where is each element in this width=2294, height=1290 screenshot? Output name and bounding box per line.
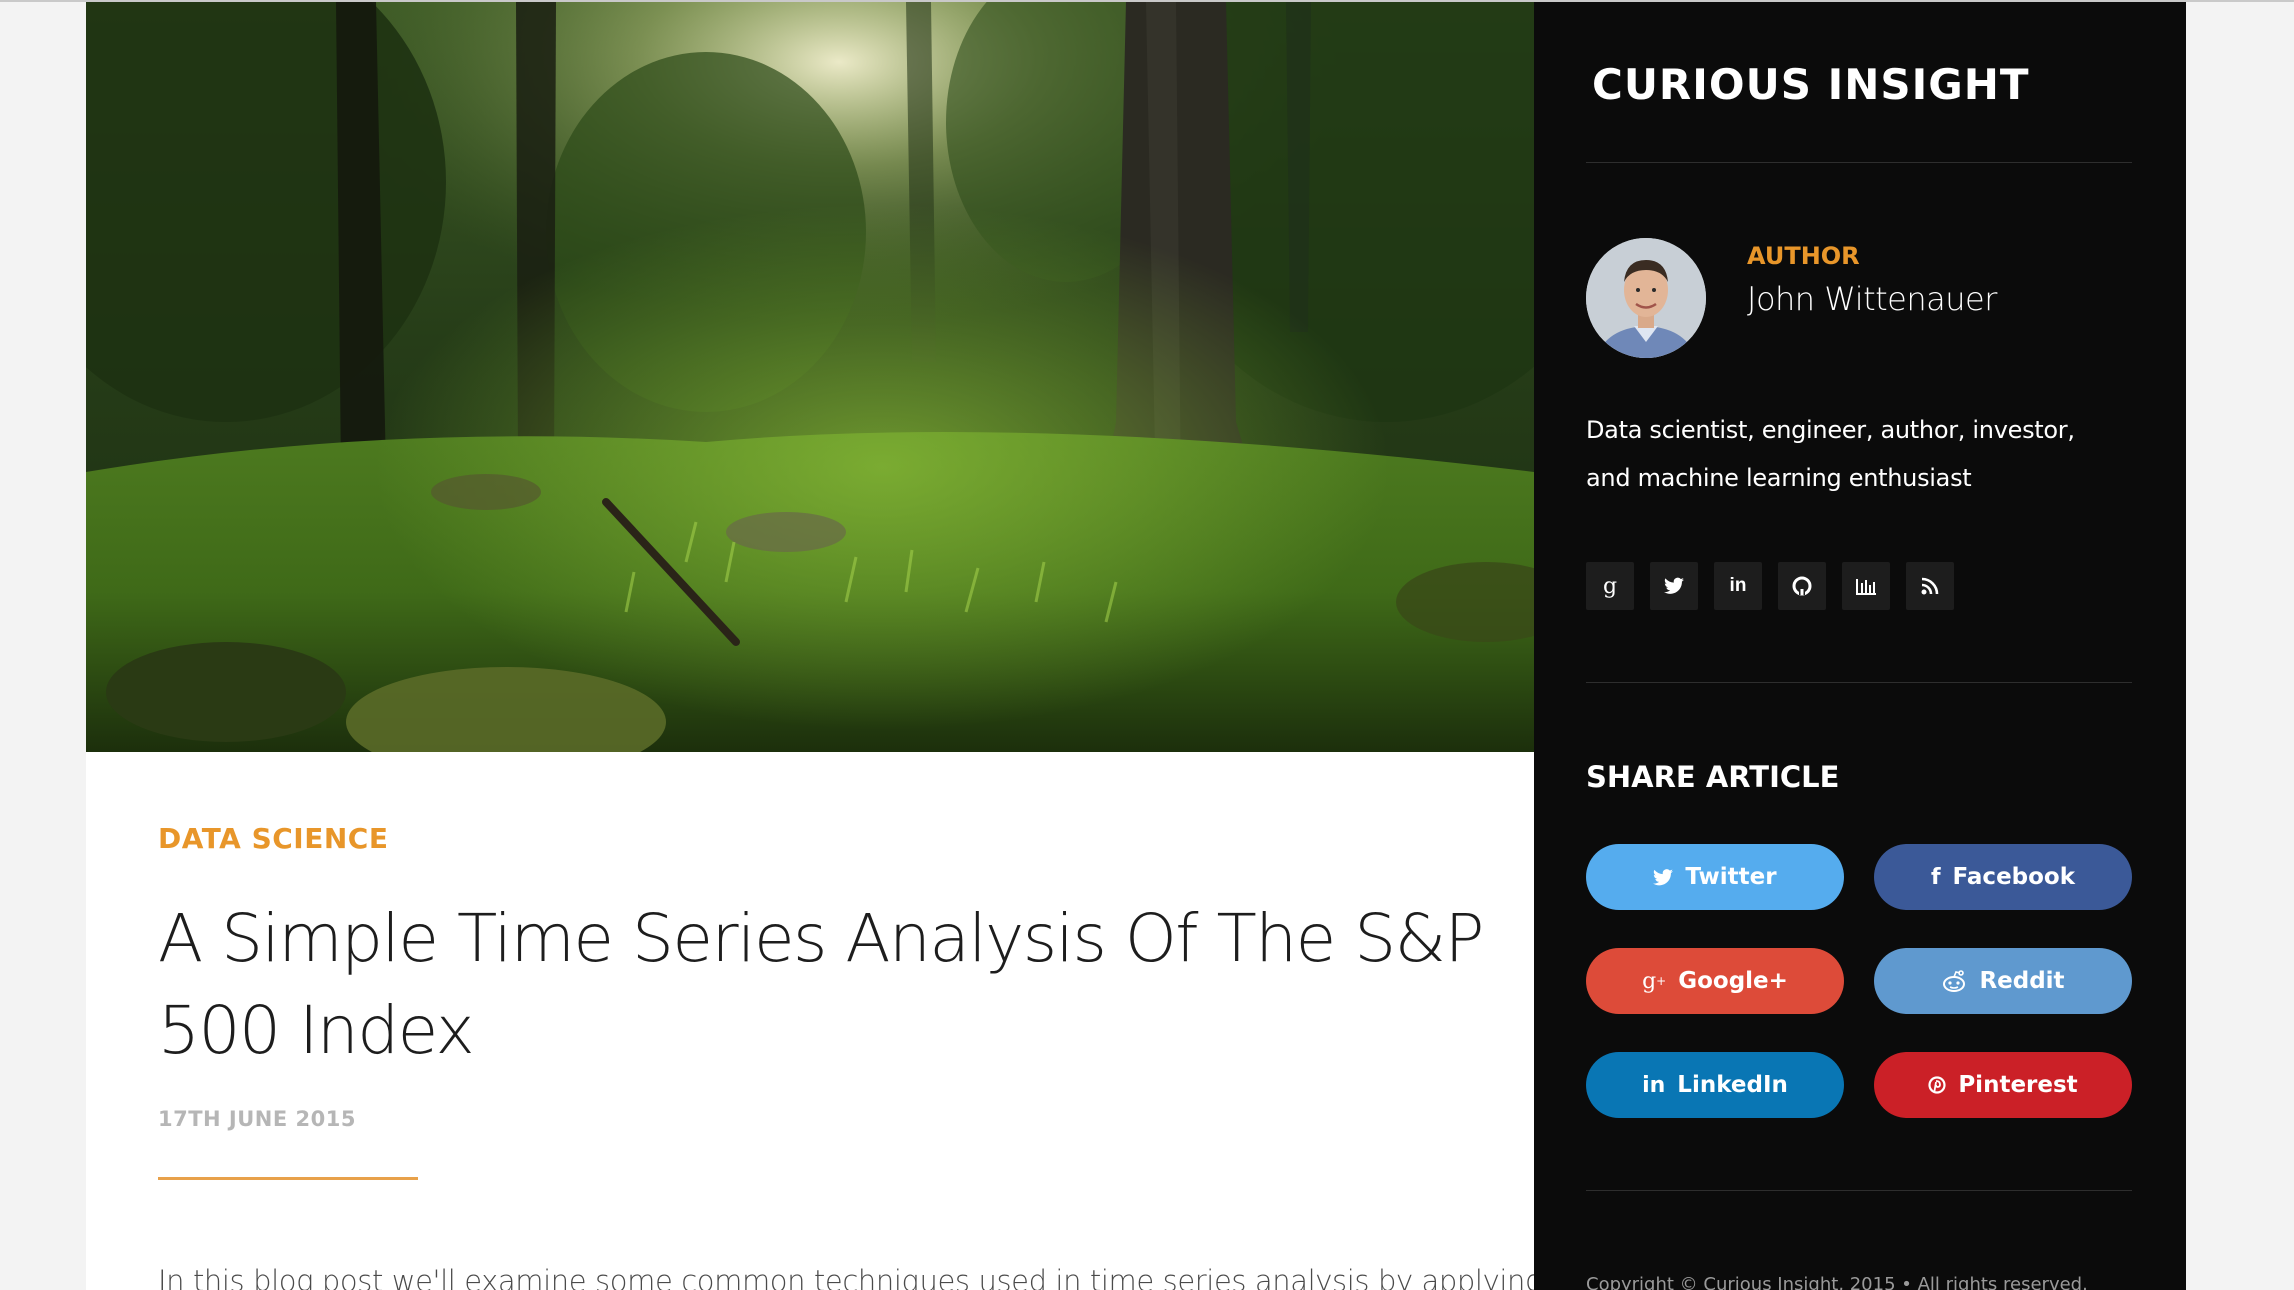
- avatar-image: [1586, 238, 1706, 358]
- share-buttons: Twitter f Facebook g + Google+ Reddit in …: [1586, 844, 2132, 1118]
- author-bio: Data scientist, engineer, author, invest…: [1586, 416, 2075, 492]
- sidebar: CURIOUS INSIGHT AUTHOR John Wittenauer D…: [1534, 2, 2186, 1290]
- share-google-plus-button[interactable]: g + Google+: [1586, 948, 1844, 1014]
- share-reddit-label: Reddit: [1979, 968, 2065, 994]
- share-twitter-button[interactable]: Twitter: [1586, 844, 1844, 910]
- rss-link[interactable]: [1906, 562, 1954, 610]
- article-header: DATA SCIENCE A Simple Time Series Analys…: [158, 822, 1534, 1290]
- divider: [1586, 682, 2132, 683]
- github-link[interactable]: [1778, 562, 1826, 610]
- share-google-plus-label: Google+: [1678, 968, 1788, 994]
- article-category[interactable]: DATA SCIENCE: [158, 822, 1488, 855]
- article-intro: In this blog post we'll examine some com…: [158, 1264, 1534, 1290]
- author-label: AUTHOR: [1747, 242, 1860, 270]
- share-reddit-button[interactable]: Reddit: [1874, 948, 2132, 1014]
- article-date: 17TH JUNE 2015: [158, 1107, 356, 1131]
- share-pinterest-button[interactable]: Pinterest: [1874, 1052, 2132, 1118]
- stats-icon: [1856, 579, 1876, 595]
- google-plus-icon: g: [1602, 573, 1618, 599]
- share-pinterest-label: Pinterest: [1958, 1072, 2078, 1098]
- stats-link[interactable]: [1842, 562, 1890, 610]
- site-title[interactable]: CURIOUS INSIGHT: [1592, 60, 2030, 109]
- github-icon: [1792, 576, 1812, 596]
- twitter-icon: [1664, 577, 1684, 594]
- copyright: Copyright © Curious Insight, 2015 • All …: [1586, 1274, 2088, 1290]
- social-links: g in: [1586, 562, 1954, 610]
- share-facebook-button[interactable]: f Facebook: [1874, 844, 2132, 910]
- linkedin-icon: in: [1729, 575, 1747, 596]
- pinterest-icon: [1928, 1076, 1946, 1094]
- author-avatar: [1586, 238, 1706, 358]
- hero-image: [86, 2, 1534, 752]
- share-linkedin-label: LinkedIn: [1677, 1072, 1788, 1098]
- share-facebook-label: Facebook: [1952, 864, 2076, 890]
- google-plus-link[interactable]: g: [1586, 562, 1634, 610]
- share-twitter-label: Twitter: [1685, 864, 1777, 890]
- facebook-icon: f: [1930, 864, 1941, 890]
- divider: [1586, 1190, 2132, 1191]
- twitter-link[interactable]: [1650, 562, 1698, 610]
- title-divider: [158, 1177, 418, 1180]
- divider: [1586, 162, 2132, 163]
- rss-icon: [1921, 577, 1939, 595]
- share-linkedin-button[interactable]: in LinkedIn: [1586, 1052, 1844, 1118]
- article-title: A Simple Time Series Analysis Of The S&P…: [158, 900, 1484, 1069]
- reddit-icon: [1941, 970, 1967, 992]
- linkedin-icon: in: [1642, 1072, 1666, 1098]
- linkedin-link[interactable]: in: [1714, 562, 1762, 610]
- twitter-icon: [1653, 868, 1674, 886]
- author-name[interactable]: John Wittenauer: [1747, 280, 1997, 318]
- share-title: SHARE ARTICLE: [1586, 760, 1840, 794]
- article-column: DATA SCIENCE A Simple Time Series Analys…: [86, 2, 1534, 1290]
- forest-image: [86, 2, 1534, 752]
- google-plus-icon: g +: [1642, 968, 1667, 994]
